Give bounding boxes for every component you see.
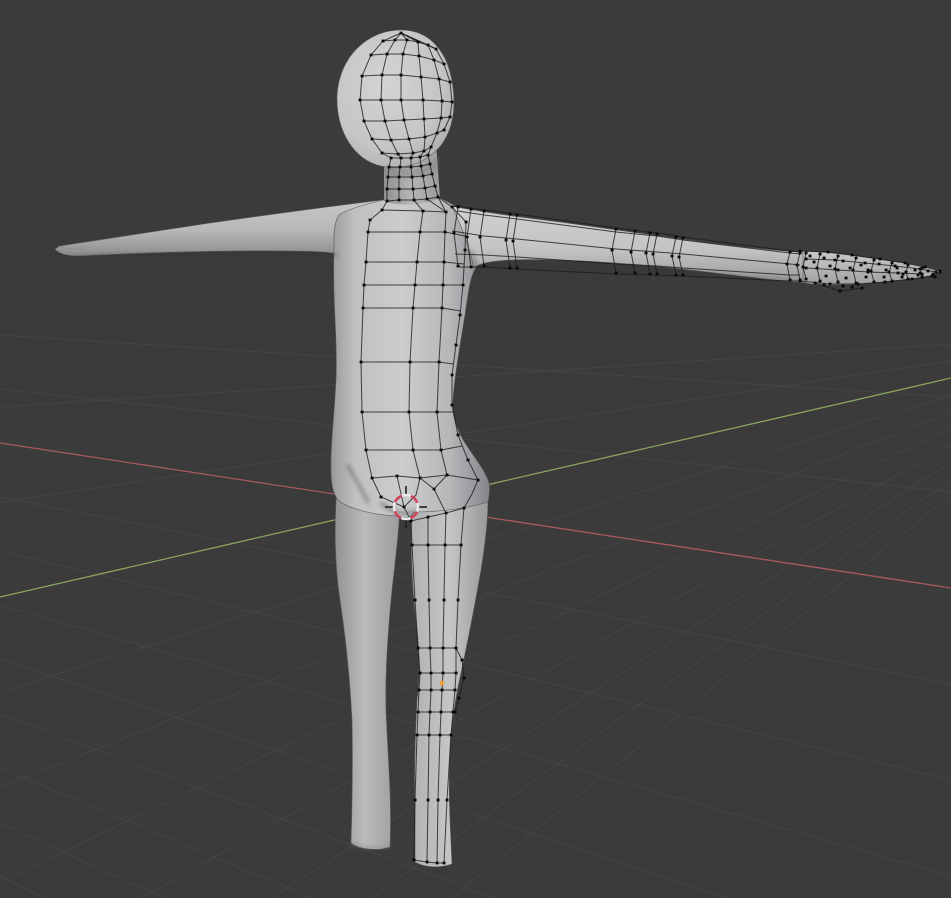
viewport-3d[interactable] — [0, 0, 951, 898]
active-selected-vertex[interactable] — [440, 681, 445, 686]
viewport-background — [0, 0, 951, 898]
blender-viewport[interactable] — [0, 0, 951, 898]
